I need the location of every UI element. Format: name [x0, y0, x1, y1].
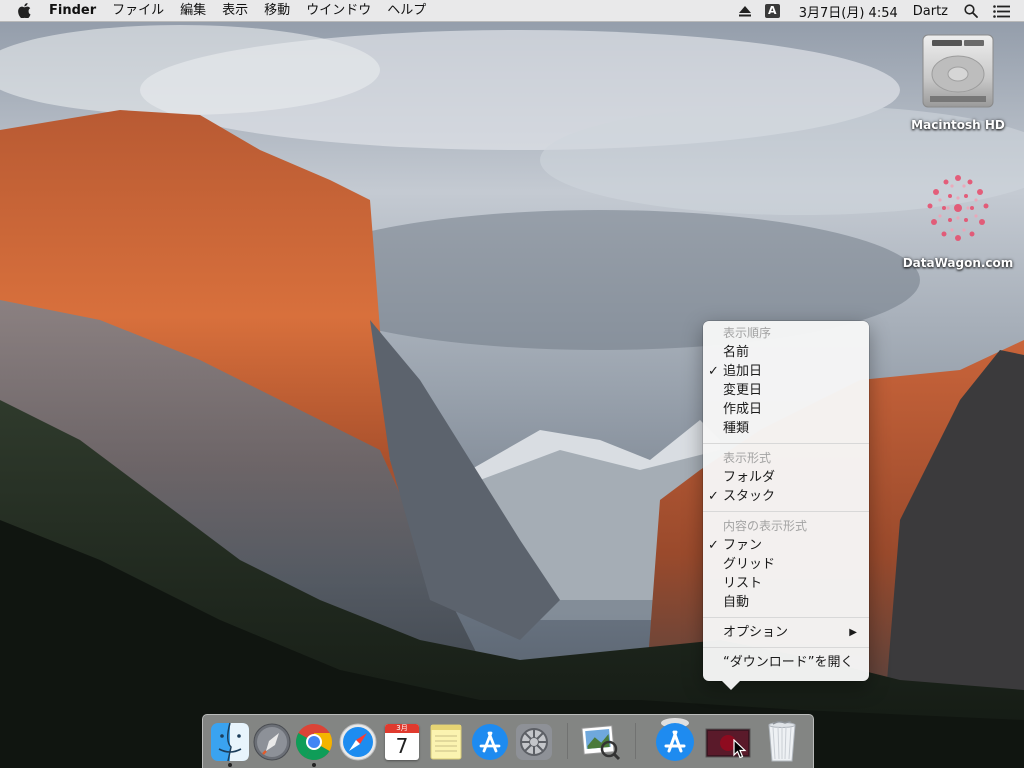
menu-item-label: “ダウンロード”を開く: [723, 655, 854, 670]
dock-calendar[interactable]: 3月 7: [381, 721, 423, 763]
menu-item-view-grid[interactable]: グリッド: [703, 555, 869, 574]
app-menu-finder[interactable]: Finder: [43, 0, 104, 22]
menu-item-label: スタック: [723, 489, 776, 504]
menu-go[interactable]: 移動: [256, 0, 298, 22]
menu-item-open-downloads[interactable]: “ダウンロード”を開く: [703, 653, 869, 672]
menu-item-label: 作成日: [723, 402, 763, 417]
menu-item-sort-date-added[interactable]: ✓ 追加日: [703, 362, 869, 381]
eject-icon[interactable]: [732, 0, 758, 22]
menu-separator: [703, 617, 869, 618]
calendar-month: 3月: [385, 724, 419, 733]
menu-edit[interactable]: 編集: [172, 0, 214, 22]
menu-item-view-list[interactable]: リスト: [703, 574, 869, 593]
menu-item-display-folder[interactable]: フォルダ: [703, 468, 869, 487]
menu-item-label: 追加日: [723, 364, 763, 379]
menu-bar-left: Finder ファイル 編集 表示 移動 ウインドウ ヘルプ: [0, 0, 434, 22]
menu-item-label: フォルダ: [723, 470, 776, 485]
menu-file[interactable]: ファイル: [104, 0, 172, 22]
submenu-arrow-icon: ▶: [849, 627, 857, 638]
desktop-icon-label: Macintosh HD: [911, 118, 1005, 132]
menu-item-sort-date-modified[interactable]: 変更日: [703, 381, 869, 400]
dock-launchpad[interactable]: [251, 721, 293, 763]
dock-app-store[interactable]: [469, 721, 511, 763]
dock: 3月 7: [202, 714, 814, 768]
menu-separator: [703, 511, 869, 512]
dock-separator: [635, 723, 636, 759]
menu-item-label: 種類: [723, 421, 750, 436]
menu-clock[interactable]: 3月7日(月) 4:54: [787, 0, 905, 22]
menu-help[interactable]: ヘルプ: [379, 0, 434, 22]
menu-item-options[interactable]: オプション ▶: [703, 623, 869, 642]
check-mark-icon: ✓: [708, 489, 719, 504]
notes-icon: [430, 724, 462, 760]
menu-item-sort-date-created[interactable]: 作成日: [703, 400, 869, 419]
dock-app-store-download[interactable]: [653, 717, 697, 763]
menu-item-label: 名前: [723, 345, 750, 360]
menu-bar-right: A 3月7日(月) 4:54 Dartz: [732, 0, 1024, 22]
spotlight-search-icon[interactable]: [955, 0, 987, 22]
menu-item-label: 変更日: [723, 383, 763, 398]
menu-item-label: グリッド: [723, 557, 776, 572]
check-mark-icon: ✓: [708, 364, 719, 379]
desktop-wallpaper: [0, 0, 1024, 768]
running-indicator: [312, 763, 316, 767]
dock-chrome[interactable]: [293, 721, 335, 763]
dock-trash[interactable]: [761, 720, 803, 763]
running-indicator: [228, 763, 232, 767]
dock-system-preferences[interactable]: [513, 721, 555, 763]
menu-pointer-arrow: [722, 681, 740, 690]
menu-item-label: リスト: [723, 576, 763, 591]
menu-window[interactable]: ウインドウ: [298, 0, 379, 22]
system-preferences-icon: [516, 724, 552, 760]
menu-item-label: 自動: [723, 595, 750, 610]
menu-header-display-as: 表示形式: [723, 451, 772, 465]
launchpad-icon: [253, 723, 291, 761]
menu-header-view-content-as: 内容の表示形式: [723, 519, 808, 533]
dock-safari[interactable]: [337, 721, 379, 763]
network-volume-icon: [927, 175, 989, 241]
menu-item-sort-name[interactable]: 名前: [703, 343, 869, 362]
input-source-badge: A: [764, 4, 780, 18]
safari-icon: [339, 723, 377, 761]
input-source-menu[interactable]: A: [758, 0, 787, 22]
calendar-icon: 3月 7: [385, 724, 419, 760]
chrome-icon: [295, 724, 333, 761]
dock-preview[interactable]: [579, 721, 621, 763]
menu-header-sort-by: 表示順序: [723, 326, 772, 340]
menu-user[interactable]: Dartz: [905, 0, 955, 22]
app-store-icon: [472, 724, 508, 760]
trash-icon: [768, 720, 796, 762]
menu-item-label: ファン: [723, 538, 763, 553]
calendar-day: 7: [395, 734, 409, 758]
menu-item-view-fan[interactable]: ✓ ファン: [703, 536, 869, 555]
menu-item-label: オプション: [723, 625, 789, 640]
check-mark-icon: ✓: [708, 538, 719, 553]
apple-icon: [18, 3, 31, 18]
preview-icon: [581, 725, 621, 761]
apple-menu[interactable]: [0, 0, 43, 22]
dock-finder[interactable]: [209, 721, 251, 763]
menu-item-view-automatic[interactable]: 自動: [703, 593, 869, 612]
finder-icon: [211, 722, 249, 762]
menu-separator: [703, 443, 869, 444]
mouse-cursor-icon: [733, 739, 747, 759]
menu-item-sort-kind[interactable]: 種類: [703, 419, 869, 438]
dock-notes[interactable]: [425, 721, 467, 763]
menu-separator: [703, 647, 869, 648]
downloads-stack-context-menu: 表示順序 名前 ✓ 追加日 変更日 作成日 種類 表示形式 フォルダ ✓ スタッ…: [703, 321, 869, 690]
menu-bar: Finder ファイル 編集 表示 移動 ウインドウ ヘルプ A 3月7日(月)…: [0, 0, 1024, 22]
desktop-icon-datawagon[interactable]: DataWagon.com: [898, 168, 1018, 270]
notification-center-icon[interactable]: [987, 0, 1024, 22]
app-store-download-icon: [656, 718, 694, 761]
menu-item-display-stack[interactable]: ✓ スタック: [703, 487, 869, 506]
hard-drive-icon: [922, 34, 994, 108]
desktop-icon-label: DataWagon.com: [902, 256, 1014, 270]
dock-separator: [567, 723, 568, 759]
menu-view[interactable]: 表示: [214, 0, 256, 22]
desktop-icon-macintosh-hd[interactable]: Macintosh HD: [898, 32, 1018, 132]
